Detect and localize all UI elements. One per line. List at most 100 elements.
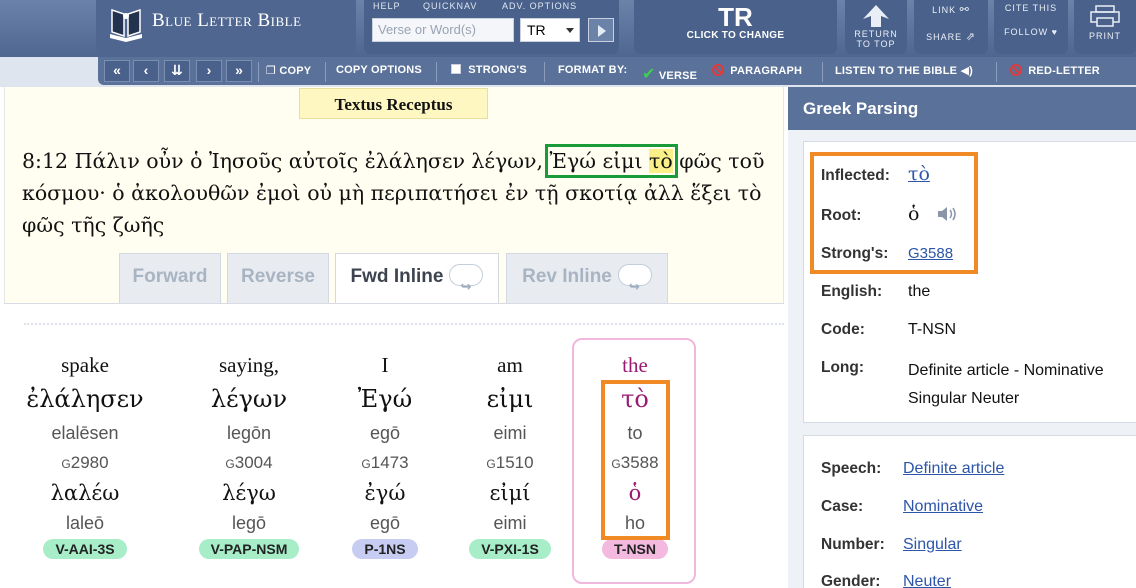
format-paragraph-option[interactable]: PARAGRAPH	[712, 64, 802, 77]
code-value: T-NSN	[908, 321, 956, 338]
word-greek: εἰμι	[486, 385, 534, 413]
version-select-value: TR	[527, 22, 546, 38]
share-button[interactable]: SHARE ⇗	[914, 30, 988, 43]
red-letter-toggle[interactable]: RED-LETTER	[1010, 64, 1100, 77]
speech-value[interactable]: Definite article	[903, 460, 1004, 478]
word-strongs[interactable]: G1510	[450, 448, 570, 478]
adv-options-label[interactable]: ADV. OPTIONS	[502, 1, 577, 11]
word-lemma-translit: legō	[231, 513, 267, 533]
version-select[interactable]: TR	[520, 18, 580, 42]
word-english: spake	[61, 353, 109, 377]
copy-button[interactable]: ❐ COPY	[266, 64, 311, 77]
copy-icon: ❐	[266, 65, 277, 77]
tab-rev-inline[interactable]: Rev Inline	[506, 253, 668, 310]
format-verse-option[interactable]: ✔ VERSE	[642, 64, 697, 84]
expand-down-button[interactable]: ⇊	[164, 60, 190, 82]
case-label: Case:	[821, 498, 864, 515]
arrow-up-icon	[863, 5, 889, 27]
morph-code-badge[interactable]: V-PAP-NSM	[198, 539, 300, 559]
interlinear-word[interactable]: spake ἐλάλησεν elalēsen G2980 λαλέω lale…	[25, 350, 145, 559]
tr-version-label: TR	[718, 2, 753, 32]
tab-rev-inline-label: Rev Inline	[522, 266, 612, 287]
speaker-icon: ◀)	[960, 65, 973, 77]
gender-value[interactable]: Neuter	[903, 573, 951, 588]
link-this-button[interactable]: LINK ⚯	[914, 3, 988, 16]
word-lemma: λέγω	[222, 481, 276, 505]
verse-label: VERSE	[658, 70, 698, 82]
copy-options-button[interactable]: COPY OPTIONS	[336, 64, 422, 76]
follow-button[interactable]: FOLLOW ♥	[994, 27, 1068, 37]
follow-label: FOLLOW	[1004, 27, 1049, 37]
interlinear-word[interactable]: I Ἐγώ egō G1473 ἐγώ egō P-1NS	[325, 350, 445, 559]
tab-forward[interactable]: Forward	[119, 253, 221, 303]
share-icon[interactable]	[617, 264, 652, 310]
verse-text: 8:12 Πάλιν οὖν ὁ Ἰησοῦς αὐτοῖς ἐλάλησεν …	[22, 144, 772, 241]
word-lemma: λαλέω	[50, 481, 120, 505]
long-label: Long:	[821, 359, 865, 376]
last-chapter-button[interactable]: »	[226, 60, 252, 82]
return-label: RETURN	[854, 29, 898, 39]
disabled-icon	[712, 64, 724, 76]
word-translit: legōn	[226, 423, 272, 443]
paragraph-label: PARAGRAPH	[730, 65, 803, 77]
share-icon: ⇗	[965, 31, 976, 43]
listen-button[interactable]: LISTEN TO THE BIBLE ◀)	[835, 64, 973, 77]
heart-icon: ♥	[1051, 27, 1058, 37]
speech-label: Speech:	[821, 460, 882, 477]
search-go-button[interactable]	[588, 18, 614, 42]
morph-code-badge[interactable]: T-NSN	[602, 539, 668, 559]
print-button[interactable]: PRINT	[1074, 0, 1136, 54]
word-lemma-translit: eimi	[493, 513, 527, 533]
word-lemma: ἐγώ	[364, 481, 406, 505]
word-english: am	[497, 353, 523, 377]
word-strongs[interactable]: G1473	[325, 448, 445, 478]
highlighted-phrase[interactable]: Ἐγώ εἰμι τὸ	[544, 144, 678, 178]
printer-icon	[1090, 5, 1120, 27]
morph-code-badge[interactable]: V-AAI-3S	[43, 539, 127, 559]
next-chapter-button[interactable]: ›	[196, 60, 222, 82]
version-tab-textus-receptus[interactable]: Textus Receptus	[299, 88, 488, 119]
cite-this-button[interactable]: CITE THIS	[994, 3, 1068, 13]
checkmark-icon: ✔	[642, 66, 656, 83]
number-value[interactable]: Singular	[903, 536, 962, 554]
word-strongs[interactable]: G2980	[25, 448, 145, 478]
word-greek: Ἐγώ	[357, 385, 413, 413]
strongs-checkbox[interactable]	[451, 64, 461, 74]
tab-fwd-inline[interactable]: Fwd Inline	[335, 253, 499, 310]
interlinear-word[interactable]: am εἰμι eimi G1510 εἰμί eimi V-PXI-1S	[450, 350, 570, 559]
chevron-down-icon	[566, 28, 574, 33]
word-lemma: εἰμί	[489, 481, 531, 505]
format-by-label: FORMAT BY:	[558, 64, 628, 76]
panel-title: Greek Parsing	[788, 87, 1136, 130]
case-value[interactable]: Nominative	[903, 498, 983, 516]
interlinear-word[interactable]: saying, λέγων legōn G3004 λέγω legō V-PA…	[189, 350, 309, 559]
word-lemma-translit: egō	[369, 513, 401, 533]
dotted-divider	[24, 323, 784, 325]
print-label: PRINT	[1089, 31, 1121, 41]
verse-text-before[interactable]: Πάλιν οὖν ὁ Ἰησοῦς αὐτοῖς ἐλάλησεν λέγων…	[75, 149, 550, 173]
to-top-label: TO TOP	[856, 39, 896, 49]
strongs-toggle[interactable]: STRONG'S	[451, 64, 527, 76]
tab-fwd-inline-label: Fwd Inline	[350, 266, 444, 287]
selected-word[interactable]: τὸ	[649, 149, 673, 173]
return-to-top-button[interactable]: RETURN TO TOP	[845, 0, 907, 54]
share-icon[interactable]	[449, 264, 484, 310]
strongs-label: STRONG'S	[468, 64, 527, 76]
verse-search-input[interactable]: Verse or Word(s)	[372, 18, 514, 42]
copy-label: COPY	[279, 65, 312, 77]
site-logo-text[interactable]: Blue Letter Bible	[152, 10, 302, 32]
morph-code-badge[interactable]: P-1NS	[352, 539, 418, 559]
number-label: Number:	[821, 536, 885, 553]
prev-chapter-button[interactable]: ‹	[133, 60, 159, 82]
first-chapter-button[interactable]: «	[104, 60, 130, 82]
word-strongs[interactable]: G3004	[189, 448, 309, 478]
annotation-box	[810, 152, 978, 274]
word-lemma-translit: laleō	[65, 513, 105, 533]
help-label[interactable]: HELP	[373, 1, 401, 11]
tr-change-button[interactable]: TR CLICK TO CHANGE	[634, 0, 837, 54]
disabled-icon	[1010, 64, 1022, 76]
gender-label: Gender:	[821, 573, 881, 588]
tab-reverse[interactable]: Reverse	[227, 253, 329, 303]
morph-code-badge[interactable]: V-PXI-1S	[469, 539, 551, 559]
quicknav-label[interactable]: QUICKNAV	[423, 1, 477, 11]
